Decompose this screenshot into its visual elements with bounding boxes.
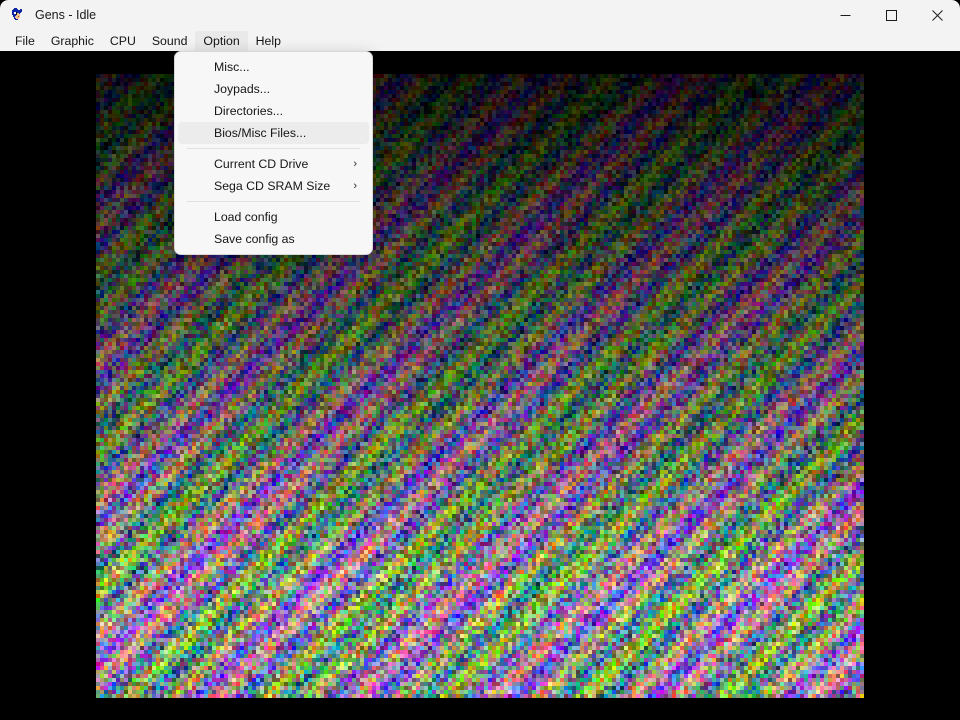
- window-title: Gens - Idle: [35, 8, 97, 22]
- emulator-viewport[interactable]: [0, 51, 960, 720]
- minimize-button[interactable]: [822, 0, 868, 31]
- menu-item-directories[interactable]: Directories...: [178, 100, 369, 122]
- option-dropdown-menu: Misc... Joypads... Directories... Bios/Misc…: [174, 51, 373, 255]
- menu-item-label: Misc...: [214, 60, 250, 74]
- menu-item-label: Save config as: [214, 232, 295, 246]
- minimize-icon: [840, 15, 850, 16]
- title-bar: Gens - Idle: [0, 0, 960, 31]
- menu-item-label: Directories...: [214, 104, 284, 118]
- menu-item-load-config[interactable]: Load config: [178, 206, 369, 228]
- menu-item-joypads[interactable]: Joypads...: [178, 78, 369, 100]
- menu-item-label: Current CD Drive: [214, 157, 309, 171]
- menu-item-bios-misc-files[interactable]: Bios/Misc Files...: [178, 122, 369, 144]
- menubar-item-option[interactable]: Option: [195, 31, 248, 51]
- menubar-item-cpu[interactable]: CPU: [102, 31, 144, 51]
- maximize-icon: [885, 10, 897, 21]
- menu-item-label: Bios/Misc Files...: [214, 126, 307, 140]
- menubar-item-sound[interactable]: Sound: [144, 31, 196, 51]
- menu-separator: [187, 201, 360, 202]
- menu-item-current-cd-drive[interactable]: Current CD Drive ›: [178, 153, 369, 175]
- menubar-item-graphic[interactable]: Graphic: [43, 31, 102, 51]
- menu-item-save-config-as[interactable]: Save config as: [178, 228, 369, 250]
- menu-item-label: Joypads...: [214, 82, 271, 96]
- menu-bar: File Graphic CPU Sound Option Help: [0, 31, 960, 51]
- application-window: Gens - Idle File Graphic CPU Sound Option Hel…: [0, 0, 960, 720]
- chevron-right-icon: ›: [353, 158, 357, 170]
- close-button[interactable]: [914, 0, 960, 31]
- sonic-sprite-icon: [10, 7, 28, 25]
- menubar-item-help[interactable]: Help: [248, 31, 289, 51]
- menu-item-label: Sega CD SRAM Size: [214, 179, 331, 193]
- menu-item-label: Load config: [214, 210, 278, 224]
- maximize-button[interactable]: [868, 0, 914, 31]
- close-icon: [931, 10, 943, 21]
- menu-item-sega-cd-sram-size[interactable]: Sega CD SRAM Size ›: [178, 175, 369, 197]
- menubar-item-file[interactable]: File: [7, 31, 43, 51]
- menu-separator: [187, 148, 360, 149]
- menu-item-misc[interactable]: Misc...: [178, 56, 369, 78]
- chevron-right-icon: ›: [353, 180, 357, 192]
